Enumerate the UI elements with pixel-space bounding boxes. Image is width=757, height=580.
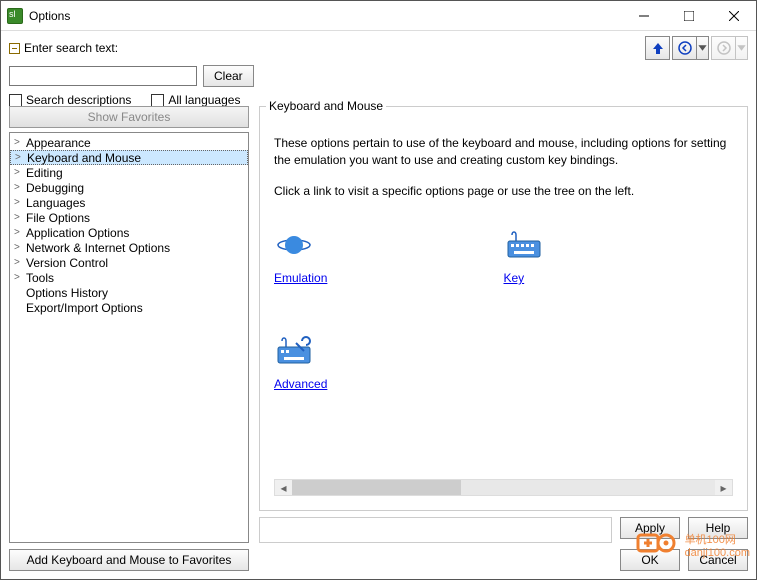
checkbox-label: All languages xyxy=(168,93,240,107)
option-key: Key xyxy=(504,229,734,285)
expander-icon[interactable]: > xyxy=(14,272,26,283)
expander-icon[interactable]: > xyxy=(14,242,26,253)
nav-back-dropdown[interactable] xyxy=(697,36,709,60)
status-frame xyxy=(259,517,612,543)
expander-icon[interactable]: > xyxy=(14,212,26,223)
cancel-button[interactable]: Cancel xyxy=(688,549,748,571)
tree-item-label: Export/Import Options xyxy=(26,301,143,315)
option-advanced: Advanced xyxy=(274,335,504,391)
tree-item-languages[interactable]: >Languages xyxy=(10,195,248,210)
keyboard-wrench-icon xyxy=(274,335,314,367)
keyboard-icon xyxy=(504,229,544,261)
nav-up-button[interactable] xyxy=(645,36,670,60)
option-emulation: Emulation xyxy=(274,229,504,285)
horizontal-scrollbar[interactable]: ◂ ▸ xyxy=(274,479,733,496)
tree-item-label: Application Options xyxy=(26,226,129,240)
expander-icon[interactable]: > xyxy=(14,257,26,268)
window-title: Options xyxy=(29,9,621,23)
saturn-icon xyxy=(274,229,314,261)
panel-hint: Click a link to visit a specific options… xyxy=(274,183,733,200)
tree-item-network-internet-options[interactable]: >Network & Internet Options xyxy=(10,240,248,255)
nav-forward-button[interactable] xyxy=(711,36,736,60)
link-advanced[interactable]: Advanced xyxy=(274,377,327,391)
tree-item-label: Editing xyxy=(26,166,63,180)
link-emulation[interactable]: Emulation xyxy=(274,271,327,285)
tree-item-tools[interactable]: >Tools xyxy=(10,270,248,285)
tree-item-appearance[interactable]: >Appearance xyxy=(10,135,248,150)
link-key[interactable]: Key xyxy=(504,271,525,285)
maximize-button[interactable] xyxy=(666,1,711,30)
expander-icon[interactable]: > xyxy=(14,137,26,148)
tree-item-file-options[interactable]: >File Options xyxy=(10,210,248,225)
show-favorites-button[interactable]: Show Favorites xyxy=(9,106,249,128)
tree-item-keyboard-and-mouse[interactable]: >Keyboard and Mouse xyxy=(10,150,248,165)
tree-item-label: Version Control xyxy=(26,256,108,270)
tree-item-label: Debugging xyxy=(26,181,84,195)
tree-item-version-control[interactable]: >Version Control xyxy=(10,255,248,270)
tree-item-label: Languages xyxy=(26,196,85,210)
titlebar: Options xyxy=(1,1,756,31)
expander-icon[interactable]: > xyxy=(14,182,26,193)
expander-icon[interactable]: > xyxy=(14,167,26,178)
add-to-favorites-button[interactable]: Add Keyboard and Mouse to Favorites xyxy=(9,549,249,571)
nav-forward-dropdown[interactable] xyxy=(736,36,748,60)
checkbox-label: Search descriptions xyxy=(26,93,131,107)
checkbox-icon xyxy=(151,94,164,107)
tree-item-label: Appearance xyxy=(26,136,91,150)
expander-icon[interactable]: > xyxy=(15,152,27,163)
search-input[interactable] xyxy=(9,66,197,86)
options-tree[interactable]: >Appearance>Keyboard and Mouse>Editing>D… xyxy=(9,132,249,543)
scroll-left-arrow[interactable]: ◂ xyxy=(275,480,292,495)
tree-item-label: Keyboard and Mouse xyxy=(27,151,141,165)
tree-item-debugging[interactable]: >Debugging xyxy=(10,180,248,195)
scroll-right-arrow[interactable]: ▸ xyxy=(715,480,732,495)
expander-icon[interactable]: > xyxy=(14,227,26,238)
collapse-search-icon[interactable] xyxy=(9,43,20,54)
tree-item-options-history[interactable]: >Options History xyxy=(10,285,248,300)
expander-icon[interactable]: > xyxy=(14,197,26,208)
nav-back-button[interactable] xyxy=(672,36,697,60)
apply-button[interactable]: Apply xyxy=(620,517,680,539)
options-panel: Keyboard and Mouse These options pertain… xyxy=(259,106,748,511)
panel-title: Keyboard and Mouse xyxy=(266,99,386,113)
close-button[interactable] xyxy=(711,1,756,30)
tree-item-label: Options History xyxy=(26,286,108,300)
search-descriptions-checkbox[interactable]: Search descriptions xyxy=(9,93,131,107)
tree-item-application-options[interactable]: >Application Options xyxy=(10,225,248,240)
tree-item-label: File Options xyxy=(26,211,90,225)
ok-button[interactable]: OK xyxy=(620,549,680,571)
app-icon xyxy=(7,8,23,24)
tree-item-label: Tools xyxy=(26,271,54,285)
all-languages-checkbox[interactable]: All languages xyxy=(151,93,240,107)
tree-item-label: Network & Internet Options xyxy=(26,241,170,255)
checkbox-icon xyxy=(9,94,22,107)
search-label: Enter search text: xyxy=(24,41,118,55)
tree-item-editing[interactable]: >Editing xyxy=(10,165,248,180)
minimize-button[interactable] xyxy=(621,1,666,30)
tree-item-export-import-options[interactable]: >Export/Import Options xyxy=(10,300,248,315)
help-button[interactable]: Help xyxy=(688,517,748,539)
clear-button[interactable]: Clear xyxy=(203,65,254,87)
panel-description: These options pertain to use of the keyb… xyxy=(274,135,733,169)
